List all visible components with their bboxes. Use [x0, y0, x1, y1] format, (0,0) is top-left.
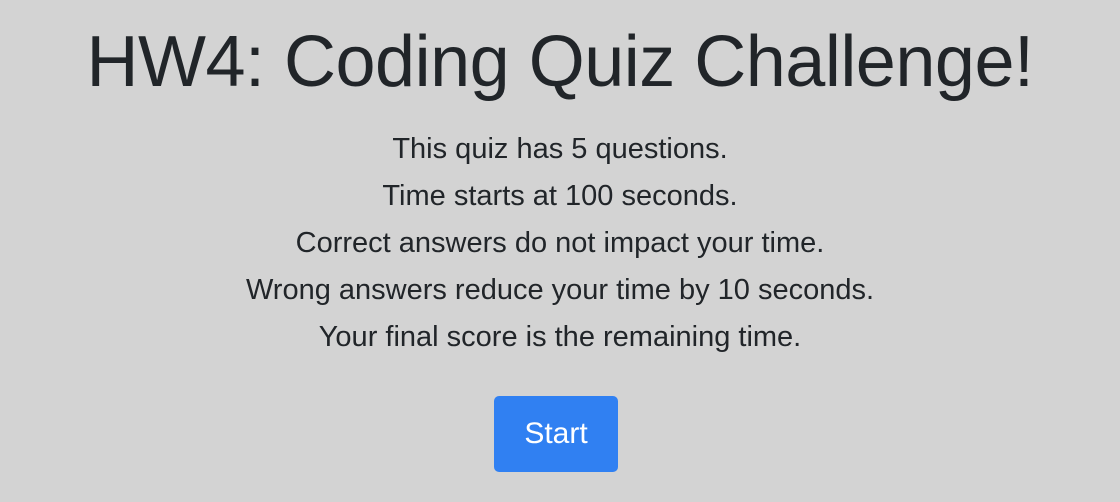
page-title: HW4: Coding Quiz Challenge!	[86, 22, 1034, 102]
instruction-start-time: Time starts at 100 seconds.	[382, 180, 738, 212]
instruction-correct-answers: Correct answers do not impact your time.	[295, 227, 825, 259]
instruction-question-count: This quiz has 5 questions.	[392, 133, 728, 165]
instruction-wrong-answers: Wrong answers reduce your time by 10 sec…	[245, 274, 875, 306]
start-button[interactable]: Start	[494, 396, 618, 472]
quiz-instructions: This quiz has 5 questions. Time starts a…	[0, 126, 1120, 361]
quiz-start-page: HW4: Coding Quiz Challenge! This quiz ha…	[0, 0, 1120, 502]
instruction-final-score: Your final score is the remaining time.	[318, 321, 802, 353]
